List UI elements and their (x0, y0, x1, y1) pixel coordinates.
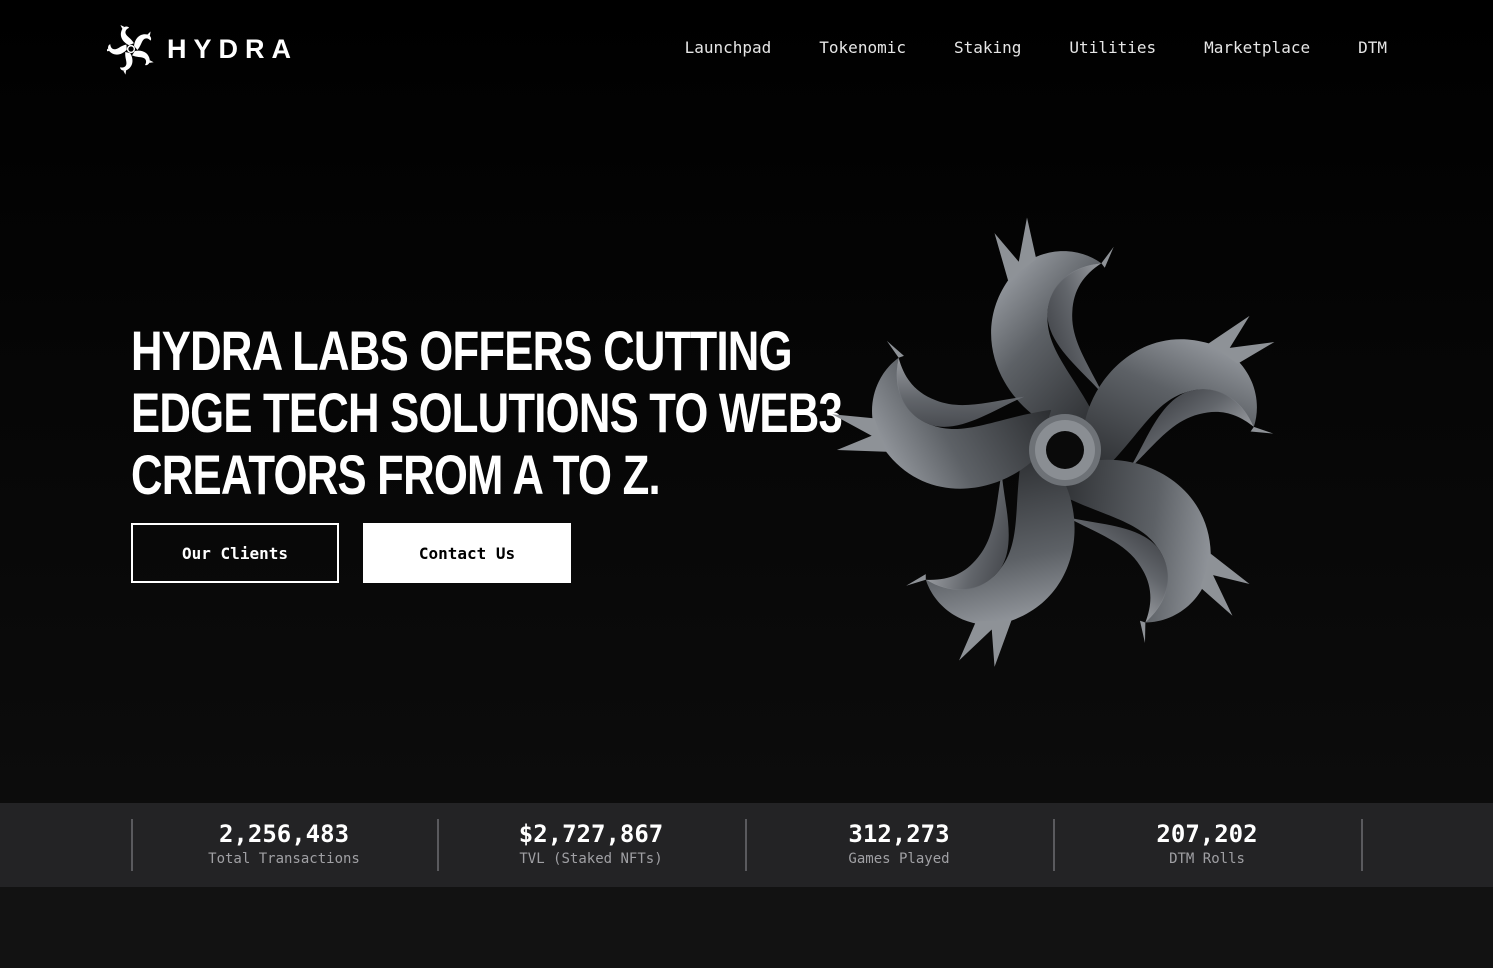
stat-label: Total Transactions (208, 851, 360, 867)
headline-text-3: CREATORS FROM (131, 443, 513, 506)
nav-item-staking[interactable]: Staking (954, 38, 1021, 57)
headline-letter-a: A (512, 443, 542, 506)
nav-item-tokenomic[interactable]: Tokenomic (819, 38, 906, 57)
stat-total-transactions: 2,256,483 Total Transactions (131, 819, 437, 871)
stats-bar: 2,256,483 Total Transactions $2,727,867 … (0, 803, 1493, 887)
stat-value: 207,202 (1156, 820, 1258, 848)
nav-item-marketplace[interactable]: Marketplace (1204, 38, 1310, 57)
stat-value: $2,727,867 (518, 820, 664, 848)
headline-line-1: HYDRA LABS OFFERS CUTTING (131, 319, 793, 382)
contact-us-button[interactable]: Contact Us (363, 523, 571, 583)
brand-wordmark: HYDRA (167, 33, 299, 64)
headline-text-1: OFFERS CUTTING (407, 319, 792, 382)
headline-period: . (648, 443, 660, 506)
headline-to: TO (541, 443, 623, 506)
main-nav: Launchpad Tokenomic Staking Utilities Ma… (685, 38, 1387, 57)
hero-headline: HYDRA LABS OFFERS CUTTING EDGE TECH SOLU… (131, 319, 843, 506)
nav-item-launchpad[interactable]: Launchpad (685, 38, 772, 57)
stat-tvl: $2,727,867 TVL (Staked NFTs) (438, 819, 744, 871)
nav-item-utilities[interactable]: Utilities (1069, 38, 1156, 57)
stat-value: 2,256,483 (218, 820, 350, 848)
headline-line-3: CREATORS FROM A TO Z. (131, 443, 661, 506)
stats-divider (1361, 819, 1363, 871)
headline-line-2: EDGE TECH SOLUTIONS TO WEB3 (131, 381, 843, 444)
hydra-emblem-icon (830, 213, 1292, 682)
headline-brand: HYDRA LABS (131, 319, 409, 382)
stat-dtm-rolls: 207,202 DTM Rolls (1054, 819, 1360, 871)
our-clients-button[interactable]: Our Clients (131, 523, 339, 583)
headline-letter-z: Z (622, 443, 650, 506)
stat-label: DTM Rolls (1169, 851, 1245, 867)
page-bottom (0, 887, 1493, 968)
stat-value: 312,273 (848, 820, 950, 848)
brand-logo[interactable]: HYDRA (107, 22, 298, 76)
stat-label: TVL (Staked NFTs) (519, 851, 663, 867)
hydra-swirl-icon (107, 25, 155, 75)
stat-label: Games Played (848, 851, 950, 867)
stat-games-played: 312,273 Games Played (746, 819, 1052, 871)
nav-item-dtm[interactable]: DTM (1358, 38, 1387, 57)
